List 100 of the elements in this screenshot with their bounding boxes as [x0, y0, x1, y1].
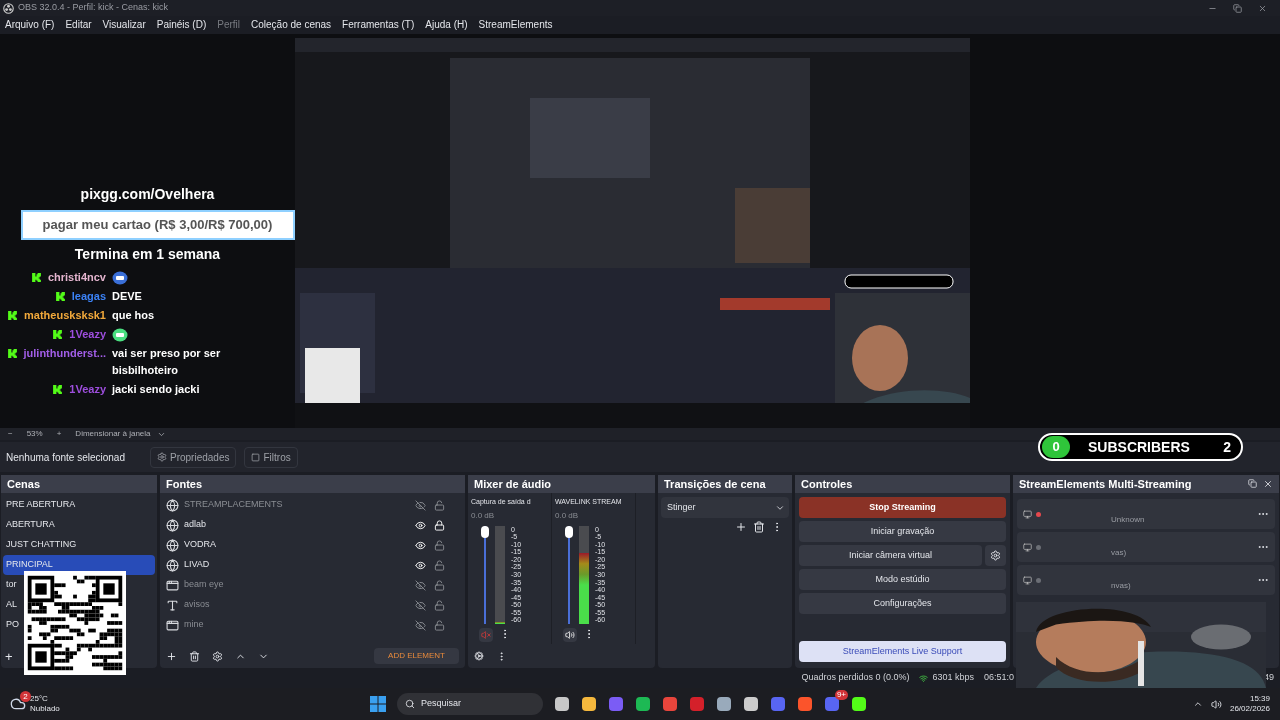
dock-title: Controles [801, 476, 853, 492]
globe-icon [166, 558, 179, 572]
zoom-out-button[interactable]: − [8, 428, 13, 440]
speaker-icon[interactable] [1210, 698, 1222, 710]
properties-button[interactable]: Propriedades [150, 446, 237, 468]
add-element-button[interactable]: ADD ELEMENT [374, 648, 459, 664]
dock-title: Transições de cena [664, 476, 766, 492]
source-name[interactable]: STREAMPLACEMENTS [184, 498, 283, 512]
trash-icon[interactable] [189, 650, 200, 662]
weather-badge: 2 [20, 691, 31, 702]
close-icon[interactable] [1258, 3, 1267, 13]
eye-icon[interactable] [415, 519, 426, 531]
control-button[interactable]: Iniciar câmera virtual [799, 545, 982, 566]
eye-off-icon[interactable] [415, 619, 426, 631]
unlock-icon[interactable] [434, 499, 445, 511]
volume-slider[interactable] [565, 525, 573, 624]
scene-item[interactable]: AL [3, 595, 20, 615]
dock-title: StreamElements Multi-Streaming [1019, 476, 1192, 492]
menu-item[interactable]: Painéis (D) [156, 16, 207, 32]
transition-dropdown[interactable]: Stinger [661, 497, 789, 518]
unlock-icon[interactable] [434, 579, 445, 591]
close-icon[interactable] [1263, 479, 1273, 489]
start-icon[interactable] [370, 696, 386, 712]
bitrate: 6301 kbps [932, 671, 974, 685]
source-name[interactable]: LIVAD [184, 558, 210, 572]
menu-item[interactable]: Coleção de cenas [251, 16, 332, 32]
control-button[interactable]: Configurações [799, 593, 1006, 614]
app-icon[interactable] [716, 696, 732, 712]
eye-icon[interactable] [415, 559, 426, 571]
trash-icon[interactable] [753, 521, 765, 533]
chat-username: 1Veazy [69, 327, 106, 343]
add-icon[interactable] [166, 650, 177, 662]
eye-off-icon[interactable] [415, 579, 426, 591]
app-icon[interactable] [635, 696, 651, 712]
tray-chevron-icon[interactable] [1192, 699, 1203, 709]
dock-title: Fontes [166, 476, 203, 492]
stream-time: 06:51:0 [984, 671, 1015, 685]
scale-mode-dropdown[interactable]: Dimensionar à janela [75, 428, 151, 440]
globe-icon [166, 538, 179, 552]
app-icon[interactable] [554, 696, 570, 712]
menu-item[interactable]: Ferramentas (T) [342, 16, 415, 32]
taskbar-search-field[interactable]: Pesquisar [397, 693, 543, 715]
text-source-icon [166, 598, 179, 612]
menu-item[interactable]: Visualizar [102, 16, 146, 32]
undock-icon[interactable] [1248, 479, 1257, 488]
window-icon [166, 578, 179, 592]
control-button[interactable]: Modo estúdio [799, 569, 1006, 590]
search-icon [405, 699, 415, 709]
settings-button[interactable] [985, 545, 1006, 566]
filters-button[interactable]: Filtros [244, 446, 298, 468]
scene-item[interactable]: ABERTURA [3, 515, 58, 535]
scene-item[interactable]: PRE ABERTURA [3, 495, 79, 515]
restore-icon[interactable] [1233, 3, 1242, 13]
add-scene-button[interactable]: + [5, 647, 13, 667]
stream-target-label: vas) [1111, 547, 1127, 559]
source-name[interactable]: avisos [184, 598, 210, 612]
control-button[interactable]: Iniciar gravação [799, 521, 1006, 542]
source-name[interactable]: adlab [184, 518, 207, 532]
scene-item[interactable]: PO [3, 615, 22, 635]
mute-button[interactable] [563, 627, 577, 642]
eye-icon[interactable] [415, 539, 426, 551]
subscriber-count: 0 [1042, 436, 1070, 458]
app-icon[interactable] [743, 696, 759, 712]
unlock-icon[interactable] [434, 539, 445, 551]
chat-username: matheusksksk1 [24, 308, 106, 324]
stop-streaming-button[interactable]: Stop Streaming [799, 497, 1006, 518]
menu-item[interactable]: StreamElements [478, 16, 553, 32]
app-icon[interactable] [581, 696, 597, 712]
unlock-icon[interactable] [434, 559, 445, 571]
eye-off-icon[interactable] [415, 499, 426, 511]
chat-message: jacki sendo jacki [112, 382, 201, 397]
eye-off-icon[interactable] [415, 599, 426, 611]
globe-icon [166, 518, 179, 532]
live-support-button[interactable]: StreamElements Live Support [799, 641, 1006, 662]
kick-logo-icon [52, 384, 64, 395]
menu-item[interactable]: Editar [65, 16, 92, 32]
zoom-level: 53% [26, 428, 43, 440]
add-icon[interactable] [735, 521, 747, 533]
emote-icon [112, 270, 128, 285]
scene-item[interactable]: tor [3, 575, 20, 595]
app-icon[interactable] [797, 696, 813, 712]
advanced-settings-icon[interactable] [474, 651, 484, 661]
app-icon[interactable] [851, 696, 867, 712]
source-name[interactable]: VODRA [184, 538, 216, 552]
app-logo-icon [3, 2, 14, 14]
window-icon [166, 618, 179, 632]
menu-item[interactable]: Ajuda (H) [425, 16, 468, 32]
source-name[interactable]: beam eye [184, 578, 224, 592]
lock-icon[interactable] [434, 519, 445, 531]
dropped-frames: Quadros perdidos 0 (0.0%) [801, 671, 910, 685]
kick-logo-icon [54, 291, 66, 302]
emote-icon [112, 327, 128, 342]
unlock-icon[interactable] [434, 599, 445, 611]
settings-icon[interactable] [212, 650, 223, 662]
menu-item[interactable]: Arquivo (F) [5, 16, 55, 32]
zoom-in-button[interactable]: + [56, 428, 62, 440]
volume-slider[interactable] [481, 525, 489, 624]
scene-item[interactable]: JUST CHATTING [3, 535, 80, 555]
unlock-icon[interactable] [434, 619, 445, 631]
source-name[interactable]: mine [184, 618, 204, 632]
